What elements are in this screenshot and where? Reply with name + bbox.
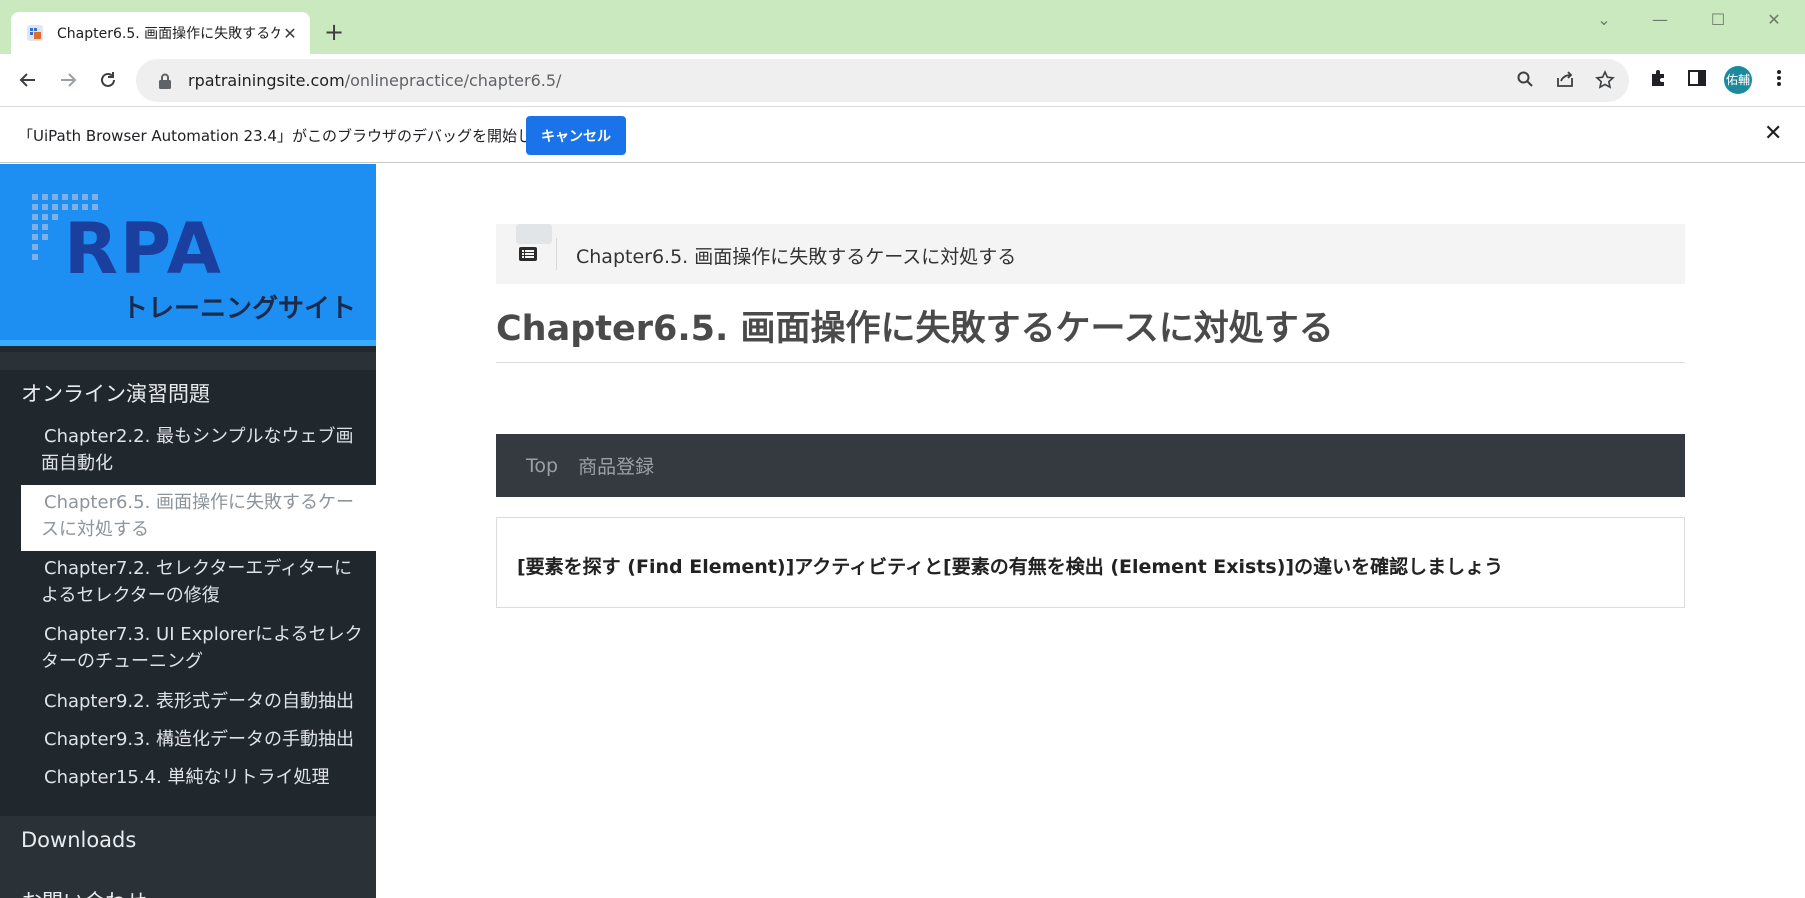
downloads-title[interactable]: Downloads [21,828,136,852]
new-tab-button[interactable]: + [324,19,344,45]
logo-subtitle: トレーニングサイト [122,294,357,324]
sidebar-item-label: Chapter9.2. 表形式データの自動抽出 [44,691,355,712]
tab-search-icon[interactable]: ⌄ [1584,10,1624,30]
address-bar[interactable]: rpatrainingsite.com /onlinepractice/chap… [136,59,1629,102]
site-favicon-icon [27,25,43,41]
page-title: Chapter6.5. 画面操作に失敗するケースに対処する [496,300,1334,351]
sidebar: RPA トレーニングサイト オンライン演習問題 Chapter2.2. 最もシン… [0,164,376,898]
exercise-card-text: [要素を探す (Find Element)]アクティビティと[要素の有無を検出 … [517,556,1504,578]
menu-section-title: オンライン演習問題 [21,382,210,406]
sidebar-item-label: Chapter2.2. 最もシンプルなウェブ画面自動化 [41,426,354,474]
sidebar-item-chapter7-2[interactable]: Chapter7.2. セレクターエディターによるセレクターの修復 [21,551,376,617]
sidepanel-icon[interactable] [1684,68,1710,94]
tab-title: Chapter6.5. 画面操作に失敗するケ [57,26,280,42]
sidebar-item-chapter6-5[interactable]: Chapter6.5. 画面操作に失敗するケースに対処する [21,485,376,551]
profile-avatar[interactable]: 佑輔 [1724,66,1752,94]
share-icon[interactable] [1554,70,1576,92]
sidebar-item-label: Chapter9.3. 構造化データの手動抽出 [44,729,355,750]
debug-infobar: 「UiPath Browser Automation 23.4」がこのブラウザの… [0,107,1805,163]
star-icon[interactable] [1594,70,1616,92]
sidebar-divider [0,352,376,370]
sidebar-item-chapter15-4[interactable]: Chapter15.4. 単純なリトライ処理 [21,760,376,797]
menu-icon[interactable] [1766,68,1792,94]
infobar-message: 「UiPath Browser Automation 23.4」がこのブラウザの… [18,127,577,145]
minimize-icon[interactable]: — [1640,10,1680,30]
breadcrumb: Chapter6.5. 画面操作に失敗するケースに対処する [496,224,1685,284]
sidebar-item-chapter7-3[interactable]: Chapter7.3. UI Explorerによるセレクターのチューニング [21,617,376,683]
sidebar-item-label: Chapter7.2. セレクターエディターによるセレクターの修復 [41,558,353,606]
forward-icon[interactable] [52,64,84,96]
browser-tab[interactable]: Chapter6.5. 画面操作に失敗するケ ✕ [11,12,310,54]
list-icon [519,247,537,261]
subnav-product-registration-link[interactable]: 商品登録 [578,452,654,479]
page-title-chapter: Chapter6.5. [496,309,729,349]
sidebar-item-label: Chapter7.3. UI Explorerによるセレクターのチューニング [41,624,363,672]
contact-title[interactable]: お問い合わせ [21,886,147,898]
window-close-icon[interactable]: ✕ [1754,10,1794,30]
breadcrumb-tab [516,224,552,244]
sidebar-item-chapter9-3[interactable]: Chapter9.3. 構造化データの手動抽出 [21,722,376,759]
breadcrumb-divider [556,238,557,270]
maximize-icon[interactable]: ☐ [1698,10,1738,30]
sidebar-item-label: Chapter6.5. 画面操作に失敗するケースに対処する [41,492,355,540]
breadcrumb-text: Chapter6.5. 画面操作に失敗するケースに対処する [576,246,1017,268]
sidebar-item-label: Chapter15.4. 単純なリトライ処理 [44,767,330,788]
page-subnav: Top 商品登録 [496,434,1685,497]
subnav-top-link[interactable]: Top [526,455,558,477]
url-host: rpatrainingsite.com [188,71,345,90]
logo-rpa-text: RPA [64,208,223,290]
back-icon[interactable] [12,64,44,96]
exercise-card: [要素を探す (Find Element)]アクティビティと[要素の有無を検出 … [496,517,1685,608]
lock-icon[interactable] [156,72,174,90]
title-divider [496,362,1685,363]
extensions-icon[interactable] [1645,68,1671,94]
sidebar-item-chapter9-2[interactable]: Chapter9.2. 表形式データの自動抽出 [21,684,376,721]
infobar-close-icon[interactable]: ✕ [1764,121,1782,146]
reload-icon[interactable] [92,64,124,96]
sidebar-item-chapter2-2[interactable]: Chapter2.2. 最もシンプルなウェブ画面自動化 [21,419,376,485]
zoom-icon[interactable] [1514,70,1536,92]
cancel-button[interactable]: キャンセル [526,116,626,155]
site-logo[interactable]: RPA トレーニングサイト [0,164,376,346]
tab-strip: Chapter6.5. 画面操作に失敗するケ ✕ + ⌄ — ☐ ✕ [0,0,1805,54]
browser-toolbar: rpatrainingsite.com /onlinepractice/chap… [0,54,1805,107]
tab-close-icon[interactable]: ✕ [280,24,300,43]
url-path: /onlinepractice/chapter6.5/ [344,71,562,90]
page-title-text: 画面操作に失敗するケースに対処する [728,309,1334,349]
